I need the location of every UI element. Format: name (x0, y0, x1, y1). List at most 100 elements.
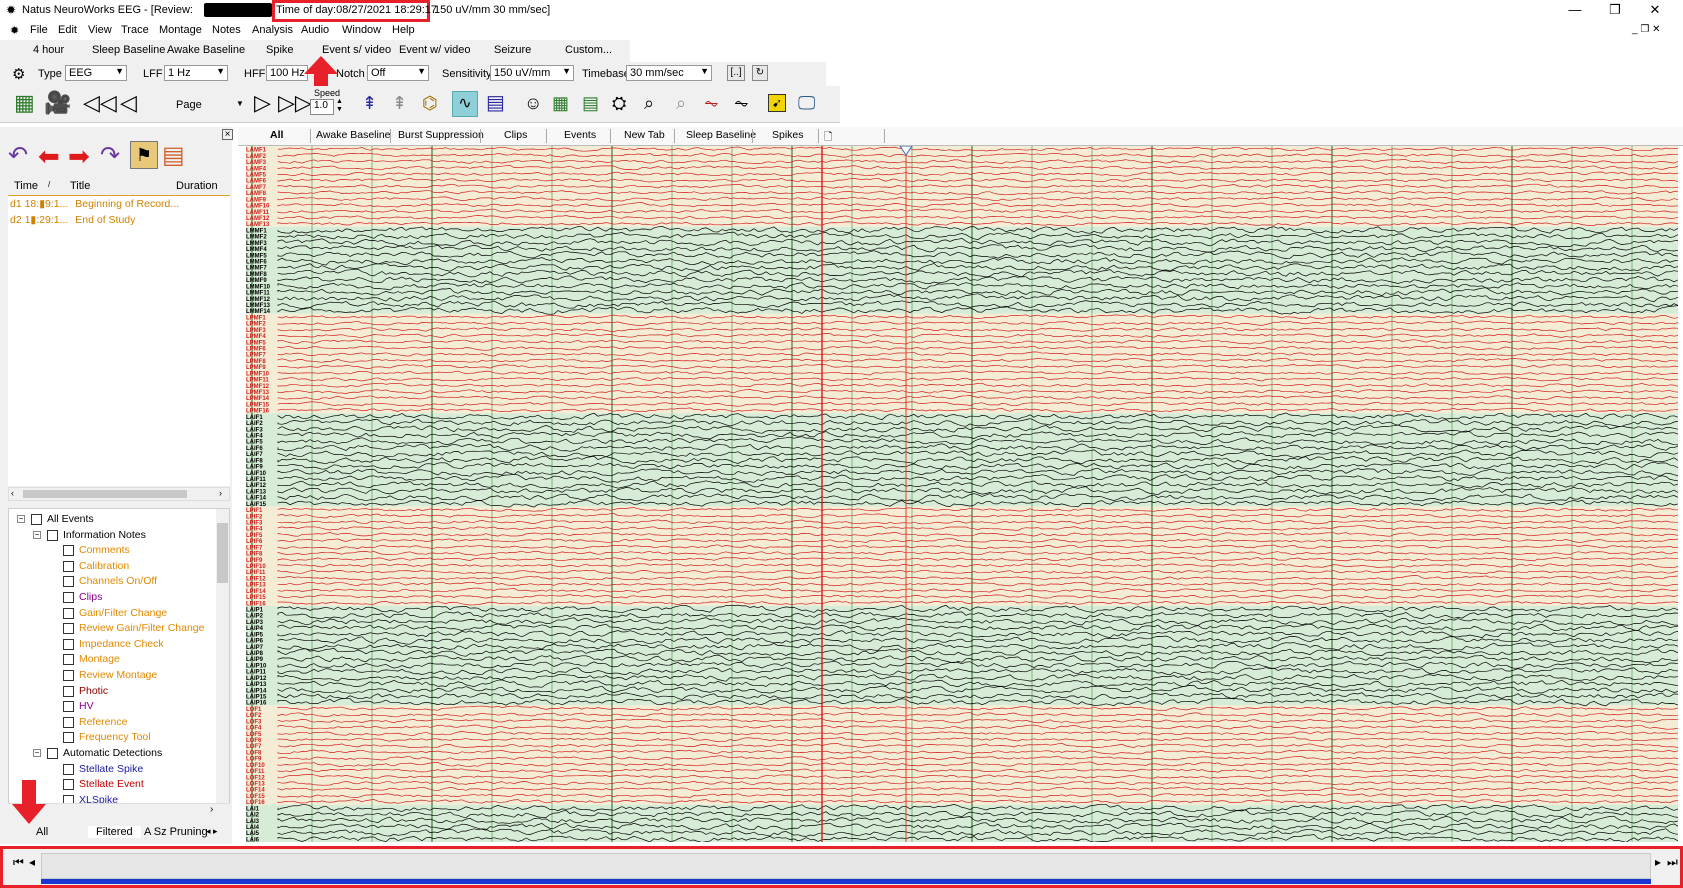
wave-view-icon[interactable]: ∿ (452, 91, 478, 117)
channel-label[interactable]: LPMF11 (246, 378, 269, 384)
speed-input[interactable]: 1.0 (310, 99, 334, 115)
channel-label[interactable]: LMMF13 (246, 303, 271, 309)
panel-close-icon[interactable]: × (222, 129, 233, 140)
channel-label[interactable]: LAIF4 (246, 434, 263, 440)
eeg-trace-area[interactable]: LAMF1LAMF2LAMF3LAMF4LAMF5LAMF6LAMF7LAMF8… (246, 146, 1678, 842)
tree-node-label[interactable]: Montage (79, 653, 120, 665)
next-event-icon[interactable]: ➡ (68, 141, 90, 172)
tree-expander-icon[interactable]: − (33, 749, 41, 757)
video-camera-icon[interactable]: 🎥 (44, 91, 71, 115)
step-forward-icon[interactable]: ▷ (254, 91, 271, 115)
channel-label[interactable]: LPMF12 (246, 384, 270, 390)
tree-node-label[interactable]: Comments (79, 544, 130, 556)
close-button[interactable]: ✕ (1640, 2, 1670, 18)
channel-label[interactable]: LPIF14 (246, 589, 266, 595)
channel-label[interactable]: LAMF12 (246, 216, 270, 222)
tree-node-label[interactable]: HV (79, 700, 94, 712)
tree-node-label[interactable]: Stellate Spike (79, 763, 143, 775)
prev-event-icon[interactable]: ⬅ (38, 141, 60, 172)
tree-checkbox[interactable] (63, 576, 74, 588)
study-icon[interactable]: ▦ (14, 91, 35, 115)
channel-label[interactable]: LMMF14 (246, 309, 271, 315)
channel-label[interactable]: LAIP14 (246, 688, 267, 694)
protocol-custom[interactable]: Custom... (565, 44, 612, 56)
timeline-track[interactable] (41, 853, 1651, 879)
channel-label[interactable]: LOF9 (246, 757, 262, 763)
type-select[interactable]: EEG ▼ (65, 65, 127, 81)
channel-label[interactable]: LAMF13 (246, 222, 270, 228)
channel-label[interactable]: LAMF3 (246, 160, 267, 166)
channel-label[interactable]: LOF2 (246, 713, 262, 719)
bracket-button[interactable]: [..] (727, 65, 745, 81)
channel-label[interactable]: LAMF10 (246, 204, 270, 210)
channel-label[interactable]: LAIP6 (246, 639, 264, 645)
channel-label[interactable]: LAIP11 (246, 670, 267, 676)
channel-label[interactable]: LPIF10 (246, 564, 266, 570)
tree-checkbox[interactable] (63, 779, 74, 791)
channel-label[interactable]: LAIP10 (246, 663, 267, 669)
channel-label[interactable]: LOF13 (246, 782, 265, 788)
channel-label[interactable]: LAIP13 (246, 682, 267, 688)
channel-label[interactable]: LOF5 (246, 732, 262, 738)
channel-label[interactable]: LAMF9 (246, 197, 267, 203)
channel-label[interactable]: LPMF2 (246, 322, 266, 328)
protocol-seizure[interactable]: Seizure (494, 44, 531, 56)
tree-expander-icon[interactable]: − (17, 515, 25, 523)
hff-select[interactable]: 100 Hz (266, 65, 308, 81)
zoom-out-icon[interactable]: ⌕ (676, 91, 686, 115)
channel-label[interactable]: LMMF2 (246, 235, 267, 241)
channel-label[interactable]: LMMF7 (246, 266, 267, 272)
channel-label[interactable]: LOF12 (246, 775, 265, 781)
scroll-left-icon[interactable]: ‹ (11, 488, 14, 498)
channel-label[interactable]: LPIF16 (246, 601, 266, 607)
montage-tool-icon[interactable]: ⌬ (422, 91, 438, 115)
channel-label[interactable]: LAIP9 (246, 657, 264, 663)
speed-spinner[interactable]: ▲ ▼ (336, 98, 343, 114)
channel-label[interactable]: LOF16 (246, 800, 265, 806)
protocol-event-s-video[interactable]: Event s/ video (322, 44, 391, 56)
timeline-bar[interactable]: ⏮ ◂ ▸ ⏭ (0, 846, 1683, 888)
channel-label[interactable]: LAI2 (246, 813, 260, 819)
channel-label[interactable]: LPIF3 (246, 521, 263, 527)
refresh-icon[interactable]: ↻ (752, 65, 768, 81)
timeline-forward-icon[interactable]: ▸ (1655, 855, 1661, 869)
channel-label[interactable]: LAIF3 (246, 427, 263, 433)
tree-expander-icon[interactable]: − (33, 530, 41, 539)
channel-label[interactable]: LAIP5 (246, 632, 264, 638)
page-dropdown-icon[interactable]: ▼ (236, 99, 244, 108)
channel-label[interactable]: LMMF6 (246, 260, 267, 266)
channel-label[interactable]: LAIP2 (246, 614, 264, 620)
channel-label[interactable]: LAIF6 (246, 446, 263, 452)
tree-vscrollbar[interactable] (216, 509, 229, 805)
tree-checkbox[interactable] (31, 514, 42, 525)
menu-file[interactable]: File (30, 24, 48, 36)
channel-label[interactable]: LPMF13 (246, 390, 270, 396)
scroll-thumb[interactable] (23, 490, 187, 498)
timebase-select[interactable]: 30 mm/sec ▼ (626, 65, 712, 81)
channel-label[interactable]: LPMF16 (246, 409, 270, 415)
protocol-spike[interactable]: Spike (266, 44, 294, 56)
undo-arrow-icon[interactable]: ↶ (8, 141, 28, 170)
channel-label[interactable]: LAIF13 (246, 489, 267, 495)
channel-label[interactable]: LAI3 (246, 819, 260, 825)
channel-label[interactable]: LPMF1 (246, 315, 266, 321)
tab-awake-baseline[interactable]: Awake Baseline (316, 129, 391, 141)
tree-checkbox[interactable] (63, 623, 74, 635)
event-row[interactable]: d1 18:▮9:1... Beginning of Record... (10, 198, 179, 210)
channel-label[interactable]: LAIF8 (246, 458, 263, 464)
channel-label[interactable]: LOF10 (246, 763, 265, 769)
channel-label[interactable]: LOF11 (246, 769, 265, 775)
tree-checkbox[interactable] (63, 592, 74, 603)
tree-node-label[interactable]: Review Gain/Filter Change (79, 622, 204, 634)
tab-burst-suppression[interactable]: Burst Suppression (398, 129, 484, 141)
channel-label[interactable]: LPMF3 (246, 328, 266, 334)
channel-label[interactable]: LAIF12 (246, 483, 267, 489)
channel-label[interactable]: LAMF11 (246, 210, 270, 216)
tree-node-label[interactable]: Impedance Check (79, 638, 164, 650)
channel-label[interactable]: LPIF1 (246, 508, 263, 514)
channel-label[interactable]: LPMF15 (246, 402, 270, 408)
channel-label[interactable]: LMMF12 (246, 297, 271, 303)
tab-all-events[interactable]: All (36, 826, 48, 838)
protocol-event-w-video[interactable]: Event w/ video (399, 44, 471, 56)
col-title[interactable]: Title (70, 180, 90, 192)
